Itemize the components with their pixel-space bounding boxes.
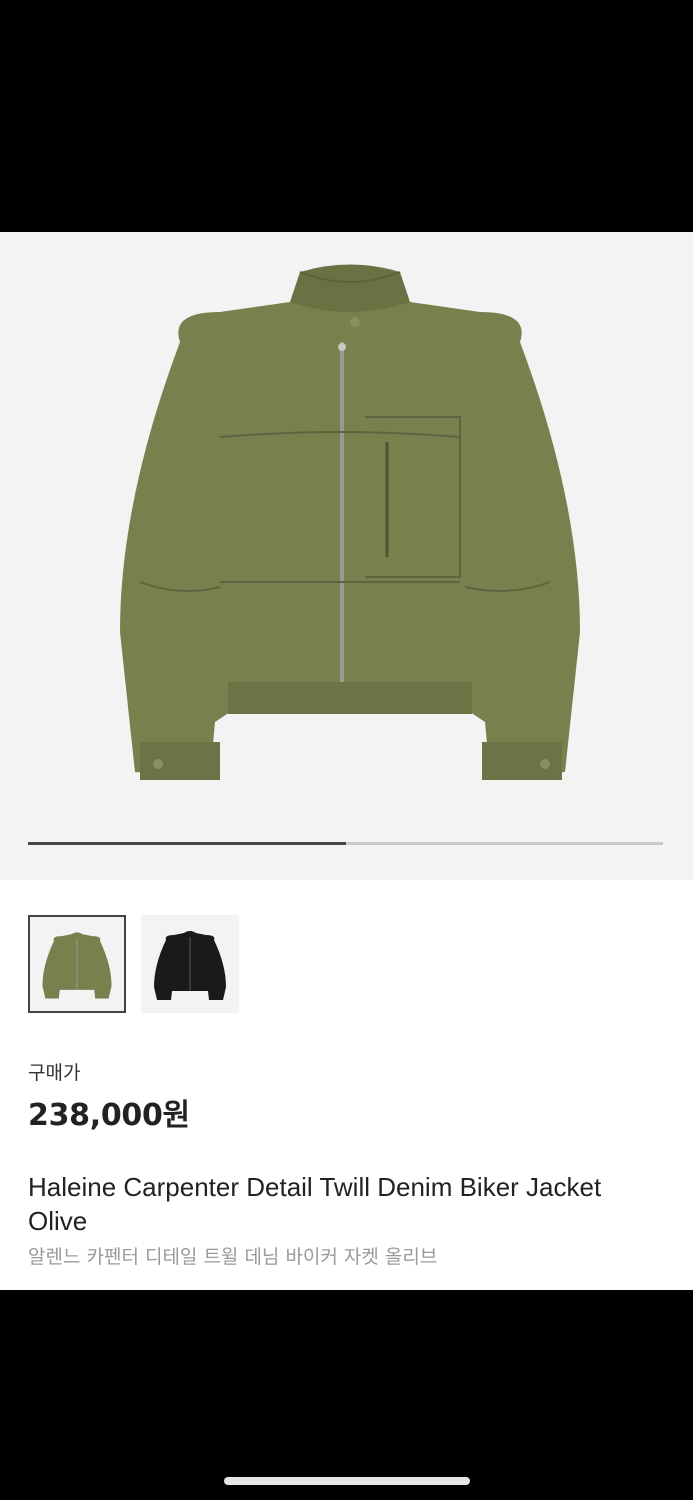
home-indicator[interactable] xyxy=(224,1477,470,1485)
price-value: 238,000원 xyxy=(28,1098,190,1133)
thumbnail-black-jacket-image xyxy=(154,931,226,1000)
bottom-letterbox xyxy=(0,1290,693,1500)
product-image-olive-jacket xyxy=(120,264,580,780)
gallery-progress-fill xyxy=(28,842,346,845)
top-letterbox xyxy=(0,0,693,232)
product-name-korean: 알렌느 카펜터 디테일 트윌 데님 바이커 자켓 올리브 xyxy=(28,1246,438,1268)
price-label: 구매가 xyxy=(28,1062,81,1084)
product-image-gallery[interactable] xyxy=(0,232,693,880)
thumbnail-list xyxy=(28,915,239,1013)
gallery-progress-track xyxy=(28,842,663,845)
thumbnail-olive-jacket-image xyxy=(42,932,112,999)
thumbnail-black[interactable] xyxy=(141,915,239,1013)
product-info: 구매가 238,000원 Haleine Carpenter Detail Tw… xyxy=(0,880,693,1290)
product-name-english: Haleine Carpenter Detail Twill Denim Bik… xyxy=(28,1172,602,1236)
thumbnail-olive[interactable] xyxy=(28,915,126,1013)
